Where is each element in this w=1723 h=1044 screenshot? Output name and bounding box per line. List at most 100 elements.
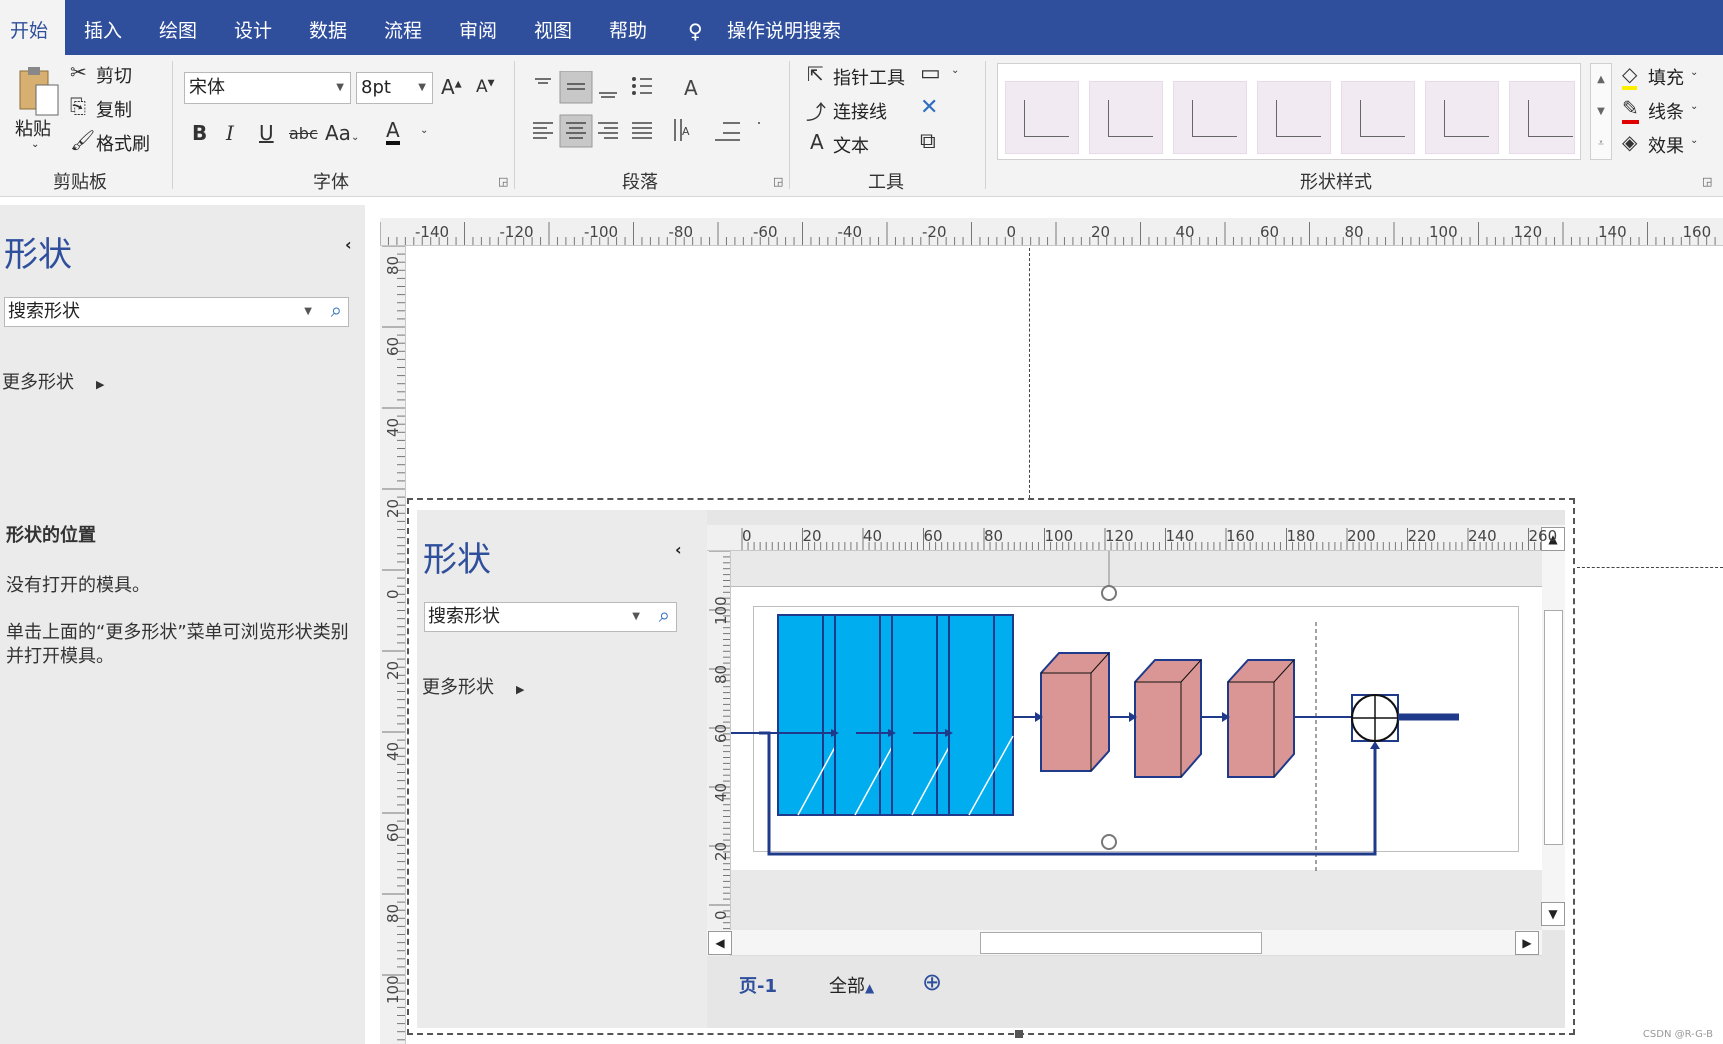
ruler-label: 80 [384,255,402,275]
page-guide-line [1577,567,1723,568]
paragraph-buttons[interactable]: A A [530,71,760,166]
ruler-label: 20 [384,498,402,518]
copy-button[interactable]: 复制 [96,96,132,122]
underline-icon[interactable]: U [259,121,274,145]
line-button[interactable]: 线条 [1648,98,1684,124]
ruler-label: 0 [384,589,402,599]
change-case-button[interactable]: Aa⌄ [325,121,359,145]
dialog-launcher-icon[interactable]: ◲ [1702,175,1712,188]
selection-handle[interactable] [1015,1030,1023,1038]
tell-me-search[interactable]: 操作说明搜索 [727,0,841,55]
ruler-label: 40 [384,417,402,437]
more-shapes-menu[interactable]: 更多形状 ▶ [2,368,104,394]
ribbon-tab-bar: 开始 插入 绘图 设计 数据 流程 审阅 视图 帮助 ♀ 操作说明搜索 [0,0,1723,55]
ruler-label: 240 [1468,527,1497,545]
horizontal-scroll-thumb[interactable] [980,932,1262,954]
shape-style-thumb[interactable] [1005,81,1079,154]
strikethrough-icon[interactable]: abc [289,124,318,143]
chevron-down-icon[interactable]: ⌄ [951,65,959,76]
shapes-location-heading: 形状的位置 [6,525,96,546]
chevron-down-icon: ▼ [418,82,426,93]
page-tab[interactable]: 页-1 [739,972,777,998]
embedded-more-shapes[interactable]: 更多形状 ▶ [422,673,524,699]
chevron-down-icon[interactable]: ▼ [304,298,312,326]
add-page-icon[interactable]: ⊕ [922,968,942,996]
rectangle-icon[interactable]: ▭ [920,61,941,86]
chevron-down-icon[interactable]: ⌄ [1690,101,1698,112]
effects-icon: ◈ [1622,130,1638,154]
embedded-search-input[interactable]: 搜索形状 ▼ ⌕ [424,602,677,632]
ruler-label: 40 [1175,223,1195,241]
italic-icon[interactable]: I [226,121,234,145]
gallery-scroll[interactable]: ▲ ▼ ⩡ [1590,63,1612,160]
chevron-down-icon[interactable]: ▼ [632,603,640,631]
block-b [1134,659,1202,778]
paste-button[interactable]: 粘贴 [15,115,51,141]
chevron-down-icon[interactable]: ⌄ [420,125,428,136]
font-name-combo[interactable]: 宋体 ▼ [184,72,351,104]
ruler-label: 140 [1598,223,1627,241]
bold-icon[interactable]: B [192,121,207,145]
resize-handle[interactable] [1101,834,1117,850]
tab-draw[interactable]: 绘图 [159,0,197,55]
font-size-combo[interactable]: 8pt ▼ [356,72,433,104]
shape-style-thumb[interactable] [1341,81,1415,154]
connector-button[interactable]: 连接线 [833,98,887,124]
embedded-shapes-pane: 形状 ‹ 搜索形状 ▼ ⌕ 更多形状 ▶ [417,510,707,1028]
shape-search-input[interactable]: 搜索形状 ▼ ⌕ [4,297,349,327]
lightbulb-icon: ♀ [688,19,703,43]
shape-style-thumb[interactable] [1089,81,1163,154]
crop-icon[interactable]: ⧉ [920,129,936,154]
ruler-label: 60 [712,723,730,743]
ruler-label: 60 [384,336,402,356]
pointer-tool-button[interactable]: 指针工具 [833,64,905,90]
separator [514,61,515,189]
dialog-launcher-icon[interactable]: ◲ [498,175,508,188]
close-icon[interactable]: ✕ [920,95,938,120]
shape-style-thumb[interactable] [1425,81,1499,154]
chevron-down-icon[interactable]: ⌄ [1690,67,1698,78]
tab-home[interactable]: 开始 [0,0,65,55]
font-color-icon[interactable]: A [386,119,400,145]
rotate-handle[interactable] [1101,585,1117,601]
vertical-scroll-thumb[interactable] [1544,610,1563,845]
tab-review[interactable]: 审阅 [459,0,497,55]
effects-button[interactable]: 效果 [1648,132,1684,158]
cut-button[interactable]: 剪切 [96,62,132,88]
scroll-left-icon[interactable]: ◀ [708,931,732,955]
paste-icon[interactable] [16,65,59,116]
grow-font-icon[interactable]: A▲ [441,75,462,99]
chevron-down-icon[interactable]: ⌄ [1690,135,1698,146]
shape-style-thumb[interactable] [1509,81,1575,154]
tab-design[interactable]: 设计 [234,0,272,55]
shape-style-gallery[interactable] [997,63,1581,160]
ruler-label: 20 [384,660,402,680]
format-painter-button[interactable]: 格式刷 [96,130,150,156]
separator [789,61,790,189]
tab-data[interactable]: 数据 [309,0,347,55]
collapse-pane-icon[interactable]: ‹ [345,235,352,254]
text-tool-button[interactable]: 文本 [833,132,869,158]
svg-text:A: A [682,125,690,138]
fill-button[interactable]: 填充 [1648,64,1684,90]
shapes-pane: 形状 ‹ 搜索形状 ▼ ⌕ 更多形状 ▶ 形状的位置 没有打开的模具。 单击上面的… [0,205,365,1044]
tab-insert[interactable]: 插入 [84,0,122,55]
collapse-pane-icon[interactable]: ‹ [675,540,682,559]
shrink-font-icon[interactable]: A▼ [476,77,495,97]
search-icon[interactable]: ⌕ [659,601,670,629]
paste-dropdown-icon[interactable]: ⌄ [31,139,39,150]
ruler-label: 60 [923,527,943,545]
ribbon: 粘贴 ⌄ ✂ 剪切 ⎘ 复制 🖌 格式刷 剪贴板 宋体 ▼ 8pt ▼ A▲ A▼ … [0,55,1723,197]
network-diagram [731,551,1459,871]
search-icon[interactable]: ⌕ [331,296,342,324]
scroll-down-icon[interactable]: ▼ [1541,902,1565,926]
all-pages-button[interactable]: 全部▲ [829,972,874,998]
tab-help[interactable]: 帮助 [609,0,647,55]
shape-style-thumb[interactable] [1173,81,1247,154]
scroll-right-icon[interactable]: ▶ [1515,931,1539,955]
tab-view[interactable]: 视图 [534,0,572,55]
dialog-launcher-icon[interactable]: ◲ [773,175,783,188]
tab-process[interactable]: 流程 [384,0,422,55]
shape-style-thumb[interactable] [1257,81,1331,154]
pen-icon: ✎ [1622,96,1639,124]
